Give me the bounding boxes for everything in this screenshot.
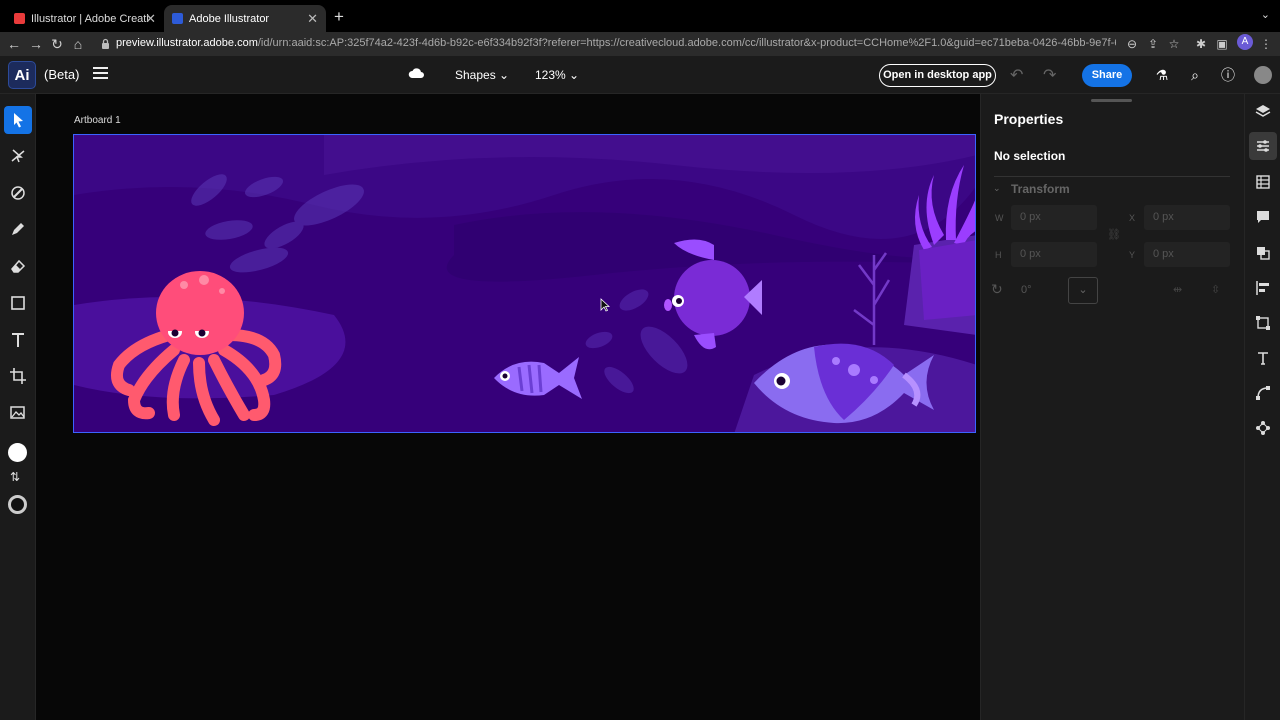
panel-divider [994,176,1230,177]
align-icon[interactable] [1249,274,1277,302]
browser-menu-icon[interactable]: ⋮ [1258,36,1274,52]
url-path: /id/urn:aaid:sc:AP:325f74a2-423f-4d6b-b9… [257,37,1116,49]
path-icon[interactable] [1249,379,1277,407]
right-rail [1244,94,1280,720]
selection-tool-icon[interactable] [4,106,32,134]
profile-avatar[interactable]: A [1237,34,1253,50]
properties-title: Properties [994,111,1064,127]
artboard[interactable] [73,134,976,433]
document-title-dropdown[interactable]: Shapes ⌄ [455,68,509,82]
illustrator-favicon-icon [172,13,183,24]
cloud-saved-icon[interactable] [408,67,424,79]
search-icon[interactable]: ⌕ [1185,65,1205,85]
close-tab-icon[interactable]: ✕ [307,11,318,27]
type-tool-icon[interactable] [4,326,32,354]
zoom-dropdown[interactable]: 123% ⌄ [535,68,579,82]
y-label: Y [1129,250,1136,260]
artboard-title[interactable]: Artboard 1 [74,115,121,126]
zoom-icon[interactable]: ⊖ [1124,36,1140,52]
close-tab-icon[interactable]: ✕ [145,11,156,27]
browser-toolbar: ← → ↻ ⌂ preview.illustrator.adobe.com/id… [0,32,1280,56]
back-icon[interactable]: ← [5,35,23,53]
url-field[interactable]: preview.illustrator.adobe.com/id/urn:aai… [116,37,1116,49]
character-icon[interactable] [1249,344,1277,372]
transform-section-header[interactable]: Transform [1011,182,1070,196]
properties-icon[interactable] [1249,132,1277,160]
rotation-field[interactable]: 0° [1011,278,1066,303]
url-host: preview.illustrator.adobe.com [116,37,258,49]
beta-label: (Beta) [44,67,80,82]
new-tab-button[interactable]: + [331,7,347,27]
share-button[interactable]: Share [1082,64,1132,87]
width-field[interactable]: 0 px [1011,205,1097,230]
pathfinder-icon[interactable] [1249,239,1277,267]
striped-fish [494,357,582,399]
home-icon[interactable]: ⌂ [69,35,87,53]
y-field[interactable]: 0 px [1144,242,1230,267]
redo-icon[interactable]: ↷ [1043,65,1056,85]
constrain-proportions-icon[interactable]: ⛓ [1107,228,1121,241]
main-menu-icon[interactable] [93,67,108,81]
illustrator-logo: Ai [8,61,36,89]
labs-flask-icon[interactable]: ⚗ [1152,65,1172,85]
layers-icon[interactable] [1249,97,1277,125]
chevron-down-icon[interactable]: ⌄ [993,183,1001,194]
document-title: Shapes [455,68,496,82]
tab-search-chevron-icon[interactable]: ⌄ [1261,8,1270,21]
flip-vertical-icon[interactable]: ⇳ [1211,283,1220,296]
browser-tab-strip: Illustrator | Adobe Creative Cl... ✕ Ado… [0,0,1280,32]
undo-icon[interactable]: ↶ [1010,65,1023,85]
stroke-color-swatch[interactable] [8,495,27,514]
rotate-icon: ↻ [991,281,1003,297]
x-label: X [1129,213,1136,223]
chevron-down-icon: ⌄ [499,68,510,82]
left-toolbar: ⇅ [0,94,36,720]
comments-icon[interactable] [1249,203,1277,231]
reload-icon[interactable]: ↻ [48,35,66,53]
coral-plant [853,252,891,345]
blob-brush-tool-icon[interactable] [4,179,32,207]
rotation-dropdown[interactable]: ⌄ [1068,277,1098,304]
width-label: W [995,213,1004,223]
tab-title: Adobe Illustrator [189,12,270,25]
lock-icon[interactable] [101,38,110,49]
zoom-value: 123% [535,68,566,82]
tab-adobe-illustrator[interactable]: Adobe Illustrator ✕ [164,5,326,32]
tab-title: Illustrator | Adobe Creative Cl... [31,12,149,25]
underwater-illustration [74,135,975,432]
extensions-icon[interactable]: ✱ [1193,36,1209,52]
fill-color-swatch[interactable] [8,443,27,462]
user-avatar[interactable] [1254,66,1272,84]
flip-horizontal-icon[interactable]: ⇹ [1173,283,1182,296]
open-in-desktop-button[interactable]: Open in desktop app [879,64,996,87]
selection-status: No selection [994,149,1066,163]
plugins-icon[interactable] [1249,414,1277,442]
rock-shape [919,240,975,320]
x-field[interactable]: 0 px [1144,205,1230,230]
artboard-tool-icon[interactable] [4,362,32,390]
bookmark-star-icon[interactable]: ☆ [1166,36,1182,52]
help-icon[interactable]: ⓘ [1218,65,1238,85]
height-label: H [995,250,1002,260]
eraser-tool-icon[interactable] [4,252,32,280]
height-field[interactable]: 0 px [1011,242,1097,267]
share-page-icon[interactable]: ⇪ [1145,36,1161,52]
direct-selection-tool-icon[interactable] [4,142,32,170]
side-panel-icon[interactable]: ▣ [1214,36,1230,52]
adobe-favicon-icon [14,13,25,24]
swap-fill-stroke-icon[interactable]: ⇅ [10,470,20,484]
tab-illustrator-cc[interactable]: Illustrator | Adobe Creative Cl... ✕ [6,5,164,32]
image-tool-icon[interactable] [4,398,32,426]
mouse-cursor-icon [600,298,610,312]
chevron-down-icon: ⌄ [569,68,580,82]
forward-icon[interactable]: → [27,35,45,53]
rectangle-tool-icon[interactable] [4,289,32,317]
libraries-icon[interactable] [1249,168,1277,196]
pen-tool-icon[interactable] [4,215,32,243]
panel-grip-handle[interactable] [1091,99,1132,102]
transform-icon[interactable] [1249,309,1277,337]
